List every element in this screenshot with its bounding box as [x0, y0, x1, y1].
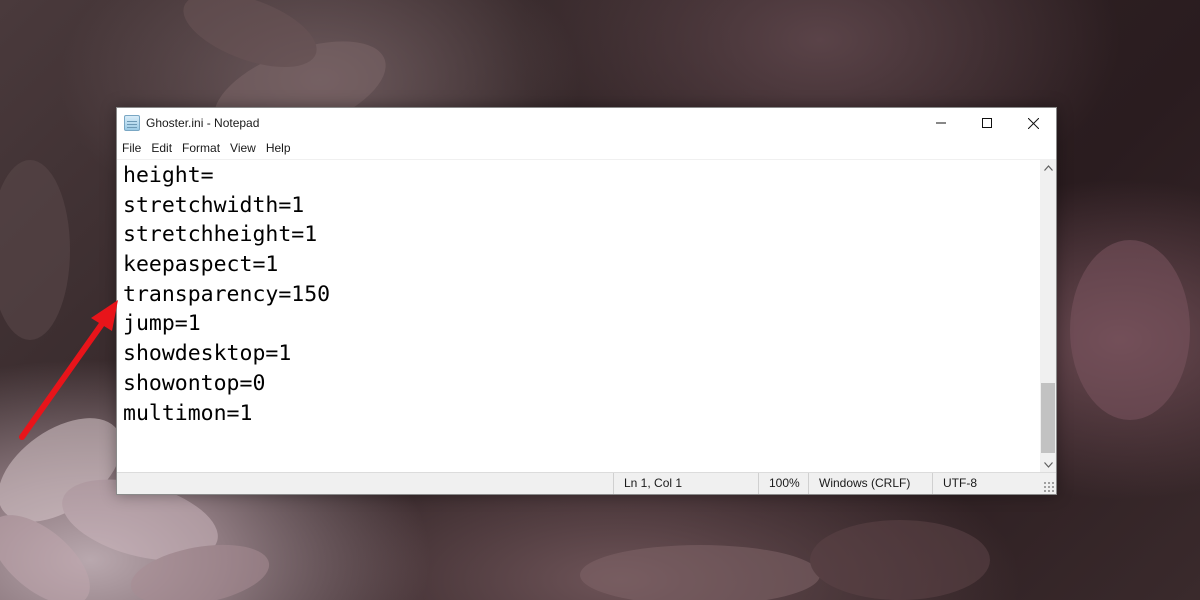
editor-line[interactable]: height=: [117, 161, 1041, 191]
menu-edit[interactable]: Edit: [146, 138, 177, 158]
window-title: Ghoster.ini - Notepad: [146, 116, 260, 130]
scroll-thumb[interactable]: [1041, 383, 1055, 453]
menu-format[interactable]: Format: [177, 138, 225, 158]
chevron-up-icon: [1043, 164, 1053, 171]
scroll-up-button[interactable]: [1040, 159, 1056, 176]
menu-help[interactable]: Help: [261, 138, 296, 158]
close-button[interactable]: [1010, 108, 1056, 138]
status-zoom: 100%: [758, 473, 808, 494]
status-bar: Ln 1, Col 1 100% Windows (CRLF) UTF-8: [117, 472, 1056, 494]
editor-line[interactable]: keepaspect=1: [117, 250, 1041, 280]
notepad-icon: [124, 115, 140, 131]
menu-view[interactable]: View: [225, 138, 261, 158]
vertical-scrollbar[interactable]: [1040, 159, 1056, 473]
minimize-icon: [936, 122, 946, 124]
editor-line[interactable]: showontop=0: [117, 369, 1041, 399]
editor-line-transparency[interactable]: transparency=150: [117, 280, 1041, 310]
maximize-button[interactable]: [964, 108, 1010, 138]
resize-grip-icon[interactable]: [1043, 481, 1054, 492]
menu-bar: File Edit Format View Help: [117, 138, 1056, 158]
editor-line[interactable]: stretchheight=1: [117, 220, 1041, 250]
text-editor[interactable]: height= stretchwidth=1 stretchheight=1 k…: [117, 159, 1041, 473]
notepad-window: Ghoster.ini - Notepad File Edit Format V…: [116, 107, 1057, 495]
minimize-button[interactable]: [918, 108, 964, 138]
menu-file[interactable]: File: [117, 138, 146, 158]
editor-line[interactable]: multimon=1: [117, 399, 1041, 429]
status-line-ending: Windows (CRLF): [808, 473, 932, 494]
title-bar[interactable]: Ghoster.ini - Notepad: [117, 108, 1056, 138]
editor-line[interactable]: stretchwidth=1: [117, 191, 1041, 221]
editor-line[interactable]: showdesktop=1: [117, 339, 1041, 369]
scroll-down-button[interactable]: [1040, 456, 1056, 473]
maximize-icon: [982, 118, 992, 128]
editor-line[interactable]: jump=1: [117, 309, 1041, 339]
status-encoding: UTF-8: [932, 473, 1042, 494]
status-position: Ln 1, Col 1: [613, 473, 758, 494]
caption-buttons: [918, 108, 1056, 138]
chevron-down-icon: [1043, 461, 1053, 468]
close-icon: [1027, 117, 1039, 129]
